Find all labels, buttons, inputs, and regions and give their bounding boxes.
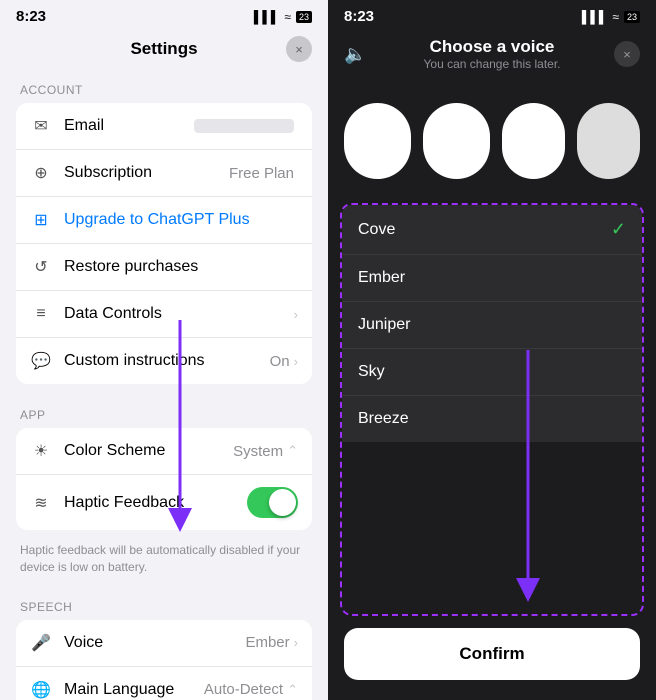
voice-item-sky[interactable]: Sky bbox=[342, 349, 642, 396]
voice-title: Choose a voice bbox=[424, 37, 561, 57]
data-controls-icon: ≡ bbox=[30, 303, 52, 325]
status-icons-left: ▌▌▌ ≈ 23 bbox=[254, 10, 312, 24]
custom-instructions-label: Custom instructions bbox=[64, 352, 270, 370]
battery-left: 23 bbox=[296, 11, 312, 23]
restore-row[interactable]: ↺ Restore purchases bbox=[16, 244, 312, 291]
settings-panel: 8:23 ▌▌▌ ≈ 23 Settings × ACCOUNT ✉ Email… bbox=[0, 0, 328, 700]
voice-blob-4[interactable] bbox=[577, 103, 640, 179]
voice-blob-3[interactable] bbox=[502, 103, 565, 179]
subscription-icon: ⊕ bbox=[30, 162, 52, 184]
signal-icon-left: ▌▌▌ bbox=[254, 10, 280, 24]
status-bar-right: 8:23 ▌▌▌ ≈ 23 bbox=[328, 0, 656, 29]
haptic-feedback-label: Haptic Feedback bbox=[64, 494, 247, 512]
battery-right: 23 bbox=[624, 11, 640, 23]
main-language-label: Main Language bbox=[64, 681, 204, 699]
voice-chevron: › bbox=[294, 635, 298, 650]
data-controls-chevron: › bbox=[294, 307, 298, 322]
voice-label: Voice bbox=[64, 634, 245, 652]
main-language-icon: 🌐 bbox=[30, 679, 52, 700]
email-row[interactable]: ✉ Email bbox=[16, 103, 312, 150]
status-icons-right: ▌▌▌ ≈ 23 bbox=[582, 10, 640, 24]
subscription-label: Subscription bbox=[64, 164, 229, 182]
confirm-button[interactable]: Confirm bbox=[344, 628, 640, 680]
close-dark-icon: × bbox=[623, 47, 631, 62]
upgrade-icon: ⊞ bbox=[30, 209, 52, 231]
email-value bbox=[194, 119, 294, 133]
voice-title-group: Choose a voice You can change this later… bbox=[424, 37, 561, 71]
voice-row[interactable]: 🎤 Voice Ember › bbox=[16, 620, 312, 667]
toggle-knob bbox=[269, 489, 296, 516]
restore-label: Restore purchases bbox=[64, 258, 298, 276]
subscription-value: Free Plan bbox=[229, 165, 294, 182]
main-language-value: Auto-Detect bbox=[204, 681, 283, 698]
close-icon: × bbox=[295, 42, 303, 57]
main-language-chevron: ⌃ bbox=[287, 682, 298, 698]
color-scheme-chevron: ⌃ bbox=[287, 443, 298, 459]
time-left: 8:23 bbox=[16, 8, 46, 25]
voice-check-cove: ✓ bbox=[611, 219, 626, 240]
data-controls-label: Data Controls bbox=[64, 305, 294, 323]
speech-group: 🎤 Voice Ember › 🌐 Main Language Auto-Det… bbox=[16, 620, 312, 700]
choose-voice-panel: 8:23 ▌▌▌ ≈ 23 🔈 Choose a voice You can c… bbox=[328, 0, 656, 700]
account-section-label: ACCOUNT bbox=[16, 67, 312, 103]
speaker-icon: 🔈 bbox=[344, 44, 366, 65]
subscription-row[interactable]: ⊕ Subscription Free Plan bbox=[16, 150, 312, 197]
voice-item-ember-label: Ember bbox=[358, 269, 626, 287]
status-bar-left: 8:23 ▌▌▌ ≈ 23 bbox=[0, 0, 328, 29]
upgrade-label: Upgrade to ChatGPT Plus bbox=[64, 211, 298, 229]
email-label: Email bbox=[64, 117, 194, 135]
custom-instructions-chevron: › bbox=[294, 354, 298, 369]
time-right: 8:23 bbox=[344, 8, 374, 25]
voice-item-cove[interactable]: Cove ✓ bbox=[342, 205, 642, 255]
voice-blob-1[interactable] bbox=[344, 103, 411, 179]
voice-value: Ember bbox=[245, 634, 289, 651]
wifi-icon-left: ≈ bbox=[284, 10, 291, 24]
voice-item-breeze[interactable]: Breeze bbox=[342, 396, 642, 442]
app-section-label: APP bbox=[16, 392, 312, 428]
color-scheme-label: Color Scheme bbox=[64, 442, 233, 460]
custom-instructions-value: On bbox=[270, 353, 290, 370]
custom-instructions-icon: 💬 bbox=[30, 350, 52, 372]
upgrade-row[interactable]: ⊞ Upgrade to ChatGPT Plus bbox=[16, 197, 312, 244]
voice-header: 🔈 Choose a voice You can change this lat… bbox=[328, 29, 656, 79]
voice-close-button[interactable]: × bbox=[614, 41, 640, 67]
voice-item-ember[interactable]: Ember bbox=[342, 255, 642, 302]
main-language-row[interactable]: 🌐 Main Language Auto-Detect ⌃ bbox=[16, 667, 312, 700]
settings-header: Settings × bbox=[0, 29, 328, 67]
settings-content: ACCOUNT ✉ Email ⊕ Subscription Free Plan… bbox=[0, 67, 328, 700]
haptic-feedback-row[interactable]: ≋ Haptic Feedback bbox=[16, 475, 312, 530]
haptic-note: Haptic feedback will be automatically di… bbox=[16, 538, 312, 584]
voice-blob-2[interactable] bbox=[423, 103, 490, 179]
signal-icon-right: ▌▌▌ bbox=[582, 10, 608, 24]
data-controls-row[interactable]: ≡ Data Controls › bbox=[16, 291, 312, 338]
voice-item-cove-label: Cove bbox=[358, 221, 611, 239]
settings-title: Settings bbox=[130, 39, 197, 59]
haptic-toggle[interactable] bbox=[247, 487, 298, 518]
color-scheme-value: System bbox=[233, 443, 283, 460]
voice-item-sky-label: Sky bbox=[358, 363, 626, 381]
color-scheme-icon: ☀ bbox=[30, 440, 52, 462]
confirm-area: Confirm bbox=[328, 616, 656, 700]
email-icon: ✉ bbox=[30, 115, 52, 137]
voice-item-breeze-label: Breeze bbox=[358, 410, 626, 428]
color-scheme-row[interactable]: ☀ Color Scheme System ⌃ bbox=[16, 428, 312, 475]
voice-icon: 🎤 bbox=[30, 632, 52, 654]
speech-section-label: SPEECH bbox=[16, 584, 312, 620]
custom-instructions-row[interactable]: 💬 Custom instructions On › bbox=[16, 338, 312, 384]
voice-item-juniper-label: Juniper bbox=[358, 316, 626, 334]
voice-item-juniper[interactable]: Juniper bbox=[342, 302, 642, 349]
restore-icon: ↺ bbox=[30, 256, 52, 278]
account-group: ✉ Email ⊕ Subscription Free Plan ⊞ Upgra… bbox=[16, 103, 312, 384]
haptic-feedback-icon: ≋ bbox=[30, 492, 52, 514]
settings-close-button[interactable]: × bbox=[286, 36, 312, 62]
voice-subtitle: You can change this later. bbox=[424, 57, 561, 71]
wifi-icon-right: ≈ bbox=[612, 10, 619, 24]
voice-blobs-container bbox=[328, 79, 656, 203]
app-group: ☀ Color Scheme System ⌃ ≋ Haptic Feedbac… bbox=[16, 428, 312, 530]
voice-list: Cove ✓ Ember Juniper Sky Breeze bbox=[340, 203, 644, 616]
